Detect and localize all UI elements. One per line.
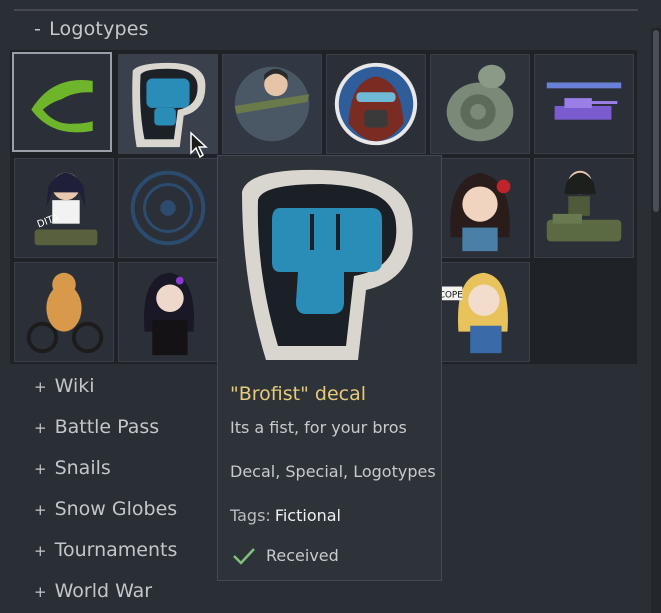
- brofist-preview-image: [242, 169, 413, 360]
- menu-item-wiki[interactable]: + Wiki: [34, 375, 95, 397]
- section-header-logotypes[interactable]: - Logotypes: [34, 18, 149, 40]
- expand-icon: +: [34, 419, 47, 437]
- menu-label: Snails: [54, 457, 111, 479]
- anime-girl-on-tank-icon: [535, 159, 633, 257]
- retro-tank-icon: [535, 55, 633, 153]
- dark-anime-girl-icon: [119, 263, 217, 361]
- decal-tile[interactable]: [534, 54, 634, 154]
- menu-label: Tournaments: [54, 539, 178, 561]
- otter-bicycle-icon: [15, 263, 113, 361]
- tooltip-categories: Decal, Special, Logotypes: [230, 462, 436, 481]
- scrollbar-thumb[interactable]: [653, 30, 659, 212]
- tags-value: Fictional: [274, 506, 341, 525]
- tooltip-title: "Brofist" decal: [230, 383, 367, 405]
- decal-tile[interactable]: [222, 54, 322, 154]
- nvidia-logo-icon: [14, 54, 110, 150]
- menu-label: Battle Pass: [54, 416, 160, 438]
- menu-item-snails[interactable]: + Snails: [34, 457, 111, 479]
- expand-icon: +: [34, 583, 47, 601]
- expand-icon: +: [34, 501, 47, 519]
- tags-label: Tags:: [230, 506, 271, 525]
- cope-sign-label: COPE: [439, 290, 463, 300]
- round-emblem-icon: [119, 159, 217, 257]
- expand-icon: +: [34, 460, 47, 478]
- decal-tile[interactable]: [14, 262, 114, 362]
- menu-label: Snow Globes: [54, 498, 178, 520]
- expand-icon: +: [34, 542, 47, 560]
- decal-tile[interactable]: DITA: [14, 158, 114, 258]
- decal-tile[interactable]: [430, 54, 530, 154]
- dita-anime-girl-icon: DITA: [15, 159, 113, 257]
- decal-tooltip: "Brofist" decal Its a fist, for your bro…: [217, 155, 442, 581]
- decal-tile[interactable]: COPE: [430, 262, 530, 362]
- decal-tile[interactable]: [430, 158, 530, 258]
- anime-girl-rose-icon: [431, 159, 529, 257]
- top-divider: [14, 9, 638, 11]
- masked-pilot-portrait-icon: [327, 55, 425, 153]
- menu-label: Wiki: [54, 375, 95, 397]
- status-label: Received: [266, 546, 339, 565]
- menu-item-battle-pass[interactable]: + Battle Pass: [34, 416, 159, 438]
- checkmark-icon: [233, 547, 255, 565]
- menu-item-world-war[interactable]: + World War: [34, 580, 152, 602]
- snail-icon: [431, 55, 529, 153]
- decal-tile[interactable]: [326, 54, 426, 154]
- expand-icon: +: [34, 378, 47, 396]
- pilot-girl-plane-icon: [223, 55, 321, 153]
- tooltip-tags: Tags: Fictional: [230, 506, 341, 525]
- menu-item-tournaments[interactable]: + Tournaments: [34, 539, 177, 561]
- mouse-cursor-icon: [190, 131, 208, 159]
- decal-tile[interactable]: [534, 158, 634, 258]
- section-title: Logotypes: [49, 18, 149, 40]
- decal-tile[interactable]: [118, 262, 218, 362]
- tooltip-description: Its a fist, for your bros: [230, 418, 407, 437]
- menu-label: World War: [54, 580, 153, 602]
- menu-item-snow-globes[interactable]: + Snow Globes: [34, 498, 177, 520]
- decal-tile[interactable]: [118, 158, 218, 258]
- collapse-toggle: -: [34, 18, 42, 40]
- cope-anime-girl-icon: COPE: [431, 263, 529, 361]
- received-status: Received: [232, 546, 339, 565]
- decal-tile[interactable]: [12, 52, 112, 152]
